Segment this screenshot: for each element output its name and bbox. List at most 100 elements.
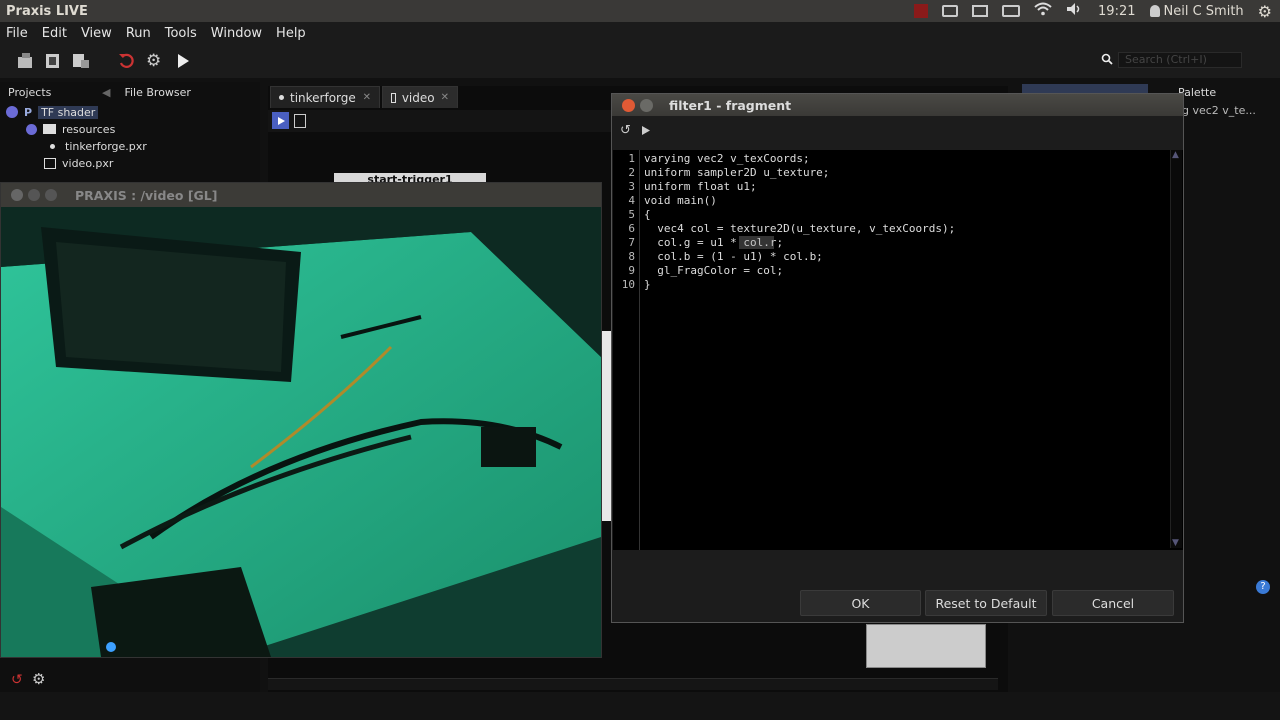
graph-node-lower[interactable] [866, 624, 986, 668]
video-image [1, 207, 601, 657]
image-icon [391, 92, 396, 103]
dialog-titlebar[interactable]: filter1 - fragment [612, 94, 1183, 116]
ok-button[interactable]: OK [800, 590, 921, 616]
tree-item-tinkerforge[interactable]: tinkerforge.pxr [46, 138, 147, 154]
open-project-icon[interactable] [44, 52, 62, 70]
close-icon[interactable]: ✕ [363, 92, 371, 103]
battery-icon[interactable] [1002, 5, 1021, 17]
save-icon[interactable] [72, 52, 90, 70]
tree-root-label: TF shader [38, 105, 99, 119]
tree-item-resources[interactable]: resources [26, 121, 115, 137]
video-output-window[interactable]: PRAXIS : /video [GL] [0, 182, 602, 658]
gear-icon[interactable]: ⚙ [1258, 2, 1272, 21]
toolbar: ⚙ [0, 44, 1280, 78]
tree-item-resources-label: resources [62, 122, 116, 136]
expand-icon [26, 123, 37, 135]
code-line: } [644, 278, 651, 291]
code-editor[interactable]: 1 2 3 4 5 6 7 8 9 10 varying vec2 v_texC… [613, 150, 1183, 550]
menu-tools[interactable]: Tools [165, 26, 197, 41]
play-icon[interactable] [641, 125, 651, 139]
user-menu[interactable]: Neil C Smith [1149, 3, 1244, 19]
code-line: uniform sampler2D u_texture; [644, 166, 830, 179]
line-number: 7 [628, 236, 635, 249]
reset-icon[interactable] [118, 52, 136, 70]
tree-root[interactable]: P TF shader [6, 104, 99, 120]
line-number: 4 [628, 194, 635, 207]
line-number: 2 [628, 166, 635, 179]
top-panel: Praxis LIVE 19:21 Neil C Smith ⚙ [0, 0, 1280, 22]
code-line: void main() [644, 194, 717, 207]
code-line: vec4 col = texture2D(u_texture, v_texCoo… [644, 222, 956, 235]
tab-file-browser-label: File Browser [124, 86, 191, 99]
run-icon[interactable] [272, 112, 289, 129]
reset-icon[interactable]: ↺ [620, 123, 631, 138]
list-icon[interactable] [294, 114, 306, 128]
minimize-icon[interactable] [640, 98, 653, 112]
reset-icon[interactable]: ↺ [11, 672, 23, 688]
line-number: 5 [628, 208, 635, 221]
minimize-icon[interactable] [28, 189, 40, 201]
menu-edit[interactable]: Edit [42, 26, 67, 41]
volume-icon[interactable] [1066, 2, 1084, 20]
maximize-icon[interactable] [45, 189, 57, 201]
folder-icon [43, 124, 56, 134]
dialog-title: filter1 - fragment [669, 97, 792, 113]
cancel-button[interactable]: Cancel [1052, 590, 1174, 616]
code-line: gl_FragColor = col; [644, 264, 784, 277]
scroll-down-icon[interactable]: ▼ [1172, 538, 1179, 548]
video-frame [1, 207, 601, 657]
video-window-titlebar[interactable]: PRAXIS : /video [GL] [1, 183, 601, 207]
tree-item-video-label: video.pxr [62, 156, 114, 170]
search-icon [1101, 53, 1113, 65]
clock[interactable]: 19:21 [1098, 4, 1135, 19]
tree-item-tinkerforge-label: tinkerforge.pxr [65, 139, 147, 153]
line-number: 8 [628, 250, 635, 263]
new-project-icon[interactable] [16, 52, 34, 70]
menu-file[interactable]: File [6, 26, 28, 41]
tab-file-browser[interactable]: ◀ File Browser [102, 86, 191, 99]
menu-window[interactable]: Window [211, 26, 262, 41]
code-line: { [644, 208, 651, 221]
p-icon: P [24, 105, 33, 119]
close-icon[interactable] [11, 189, 23, 201]
gear-icon[interactable]: ⚙ [32, 670, 45, 688]
line-number: 10 [621, 278, 635, 291]
tree-item-video[interactable]: video.pxr [44, 155, 113, 171]
scroll-up-icon[interactable]: ▲ [1172, 150, 1179, 160]
code-line: col.b = (1 - u1) * col.b; [644, 250, 823, 263]
vertical-scrollbar[interactable]: ▲ ▼ [1170, 150, 1182, 548]
tab-video[interactable]: video ✕ [382, 86, 458, 108]
close-icon[interactable] [622, 98, 635, 112]
tab-projects[interactable]: Projects [8, 86, 51, 99]
close-icon[interactable]: ✕ [441, 92, 449, 103]
palette-item[interactable]: g vec2 v_te... [1182, 104, 1256, 117]
project-icon [6, 106, 18, 118]
menu-run[interactable]: Run [126, 26, 151, 41]
status-bar [0, 692, 1280, 720]
line-number: 9 [628, 264, 635, 277]
record-icon[interactable] [914, 4, 929, 18]
menu-bar: File Edit View Run Tools Window Help [0, 22, 1280, 44]
menu-view[interactable]: View [81, 26, 112, 41]
user-name: Neil C Smith [1163, 3, 1244, 19]
settings-icon[interactable]: ⚙ [146, 52, 164, 70]
system-tray: 19:21 Neil C Smith ⚙ [914, 0, 1280, 22]
wifi-icon[interactable] [1034, 2, 1052, 20]
horizontal-scrollbar[interactable] [268, 678, 998, 690]
user-icon [1149, 5, 1160, 17]
pin-icon: ◀ [102, 86, 111, 99]
keyboard-icon[interactable] [942, 5, 959, 17]
code-line: uniform float u1; [644, 180, 757, 193]
shader-editor-dialog[interactable]: filter1 - fragment ↺ 1 2 3 4 5 6 7 8 9 1… [611, 93, 1184, 623]
help-icon[interactable]: ? [1256, 580, 1270, 594]
tab-tinkerforge[interactable]: tinkerforge ✕ [270, 86, 380, 108]
reset-to-default-button[interactable]: Reset to Default [925, 590, 1047, 616]
line-number: 1 [628, 152, 635, 165]
line-number: 6 [628, 222, 635, 235]
selection-highlight [739, 236, 774, 249]
search-input[interactable]: Search (Ctrl+I) [1118, 52, 1242, 68]
menu-help[interactable]: Help [276, 26, 306, 41]
mail-icon[interactable] [972, 5, 989, 17]
run-icon[interactable] [174, 52, 192, 70]
code-line: varying vec2 v_texCoords; [644, 152, 810, 165]
